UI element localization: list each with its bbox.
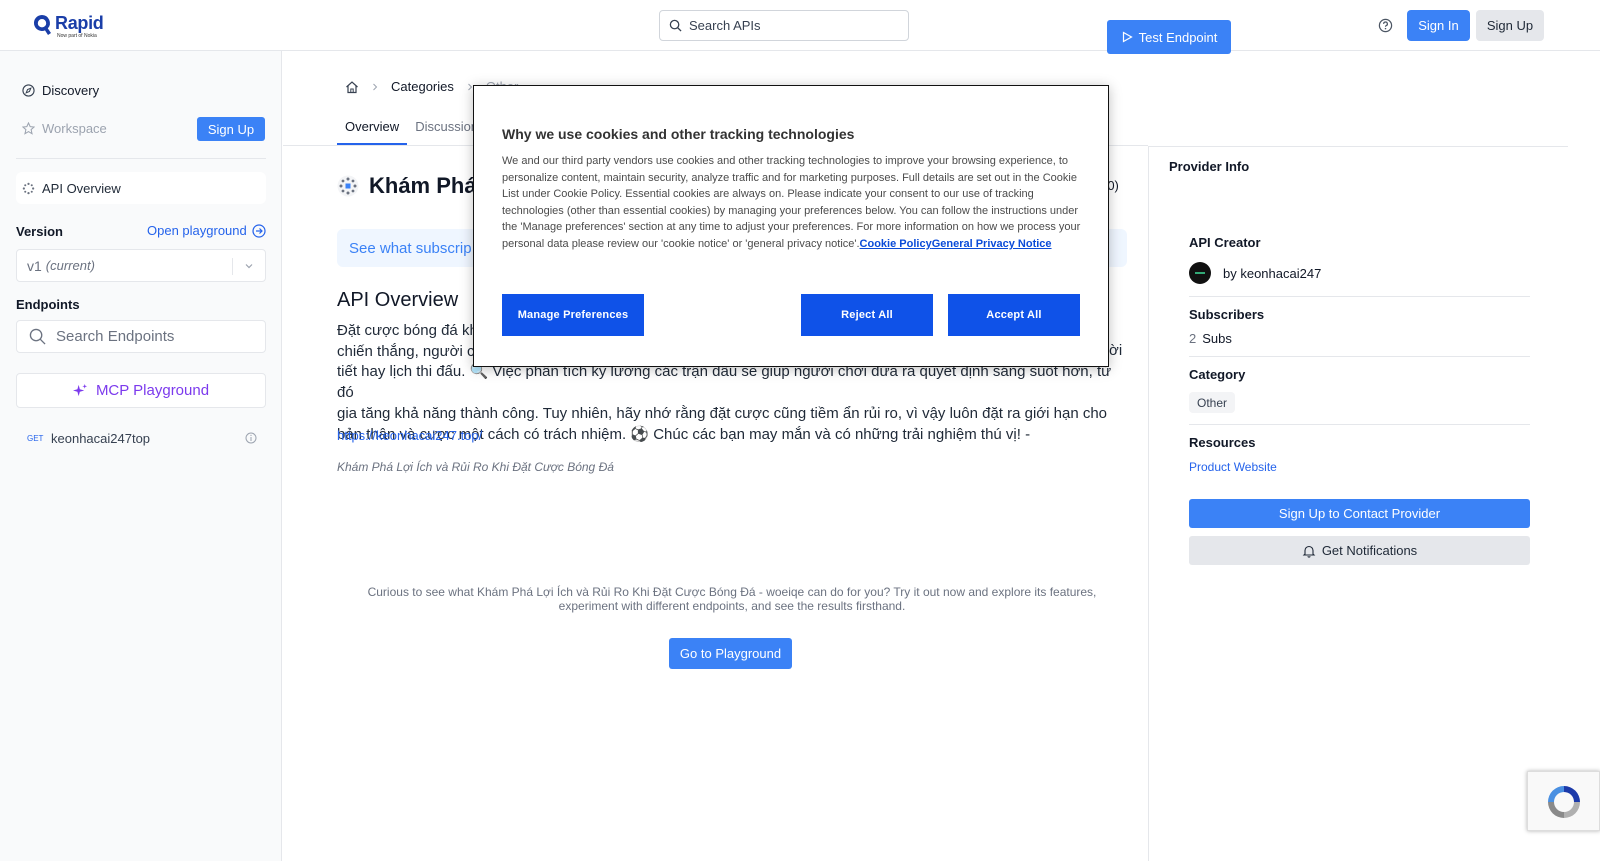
- subscribers-unit: Subs: [1202, 331, 1232, 346]
- search-apis-placeholder: Search APIs: [689, 18, 761, 33]
- sign-in-button[interactable]: Sign In: [1407, 10, 1470, 41]
- cookie-consent-dialog: Why we use cookies and other tracking te…: [473, 85, 1109, 367]
- sidebar-item-label: Workspace: [42, 121, 107, 136]
- rapid-logo-icon: [33, 14, 51, 35]
- resources-label: Resources: [1189, 435, 1256, 450]
- description-line: gia tăng khả năng thành công. Tuy nhiên,…: [337, 404, 1108, 422]
- manage-preferences-button[interactable]: Manage Preferences: [502, 294, 644, 336]
- home-icon[interactable]: [345, 80, 359, 94]
- cookie-dialog-title: Why we use cookies and other tracking te…: [502, 126, 855, 142]
- sidebar-item-label: Discovery: [42, 83, 100, 98]
- search-endpoints-placeholder: Search Endpoints: [56, 328, 175, 345]
- search-icon: [29, 328, 46, 345]
- version-select[interactable]: v1 (current): [16, 249, 266, 282]
- api-logo-icon: [337, 175, 359, 197]
- version-label: Version: [16, 224, 63, 239]
- cookie-policy-link[interactable]: Cookie Policy: [860, 238, 932, 250]
- info-icon[interactable]: [245, 432, 257, 444]
- open-playground-link[interactable]: Open playground: [147, 223, 266, 238]
- dots-grid-icon: [22, 182, 35, 194]
- cookie-dialog-body: We and our third party vendors use cooki…: [502, 153, 1082, 253]
- version-current-tag: (current): [45, 258, 95, 273]
- compass-icon: [22, 84, 35, 97]
- api-creator-label: API Creator: [1189, 235, 1261, 250]
- endpoint-item[interactable]: GET keonhacai247top: [16, 427, 266, 449]
- api-title: Khám Phá: [369, 173, 477, 198]
- endpoints-label: Endpoints: [16, 297, 80, 312]
- divider: [1189, 296, 1530, 297]
- sidebar-item-discovery[interactable]: Discovery: [22, 83, 99, 98]
- sidebar: Discovery Workspace Sign Up API Overview…: [0, 51, 282, 861]
- accept-all-button[interactable]: Accept All: [948, 294, 1080, 336]
- breadcrumb-categories[interactable]: Categories: [391, 79, 454, 94]
- category-label: Category: [1189, 367, 1246, 382]
- go-to-playground-button[interactable]: Go to Playground: [669, 638, 792, 669]
- try-it-text: Curious to see what Khám Phá Lợi Ích và …: [367, 585, 1097, 613]
- provider-info-panel: Provider Info API Creator by keonhacai24…: [1148, 146, 1568, 861]
- logo-name: Rapid: [55, 13, 104, 33]
- sidebar-sign-up-button[interactable]: Sign Up: [197, 117, 265, 141]
- sidebar-item-workspace[interactable]: Workspace: [22, 121, 107, 136]
- contact-provider-button[interactable]: Sign Up to Contact Provider: [1189, 499, 1530, 528]
- product-website-link[interactable]: Product Website: [1189, 460, 1277, 474]
- select-separator: [232, 258, 233, 275]
- divider: [1189, 356, 1530, 357]
- subscribers-count: 2: [1189, 331, 1197, 346]
- mcp-playground-button[interactable]: MCP Playground: [16, 373, 266, 408]
- endpoint-name: keonhacai247top: [51, 430, 151, 446]
- description-link[interactable]: https://keonhacai247.top/: [337, 428, 482, 443]
- sparkle-icon: [72, 383, 87, 397]
- avatar: [1189, 262, 1211, 284]
- subscribers-value: 2 Subs: [1189, 331, 1232, 346]
- sign-up-button[interactable]: Sign Up: [1476, 10, 1544, 41]
- divider: [16, 158, 266, 159]
- test-endpoint-label: Test Endpoint: [1138, 29, 1218, 45]
- subscription-banner-text: See what subscrip: [349, 239, 472, 257]
- version-value: v1: [27, 257, 42, 274]
- description-caption: Khám Phá Lợi Ích và Rủi Ro Khi Đặt Cược …: [337, 460, 614, 474]
- subscribers-label: Subscribers: [1189, 307, 1265, 322]
- cookie-body-text: We and our third party vendors use cooki…: [502, 155, 1081, 250]
- section-heading: API Overview: [337, 289, 459, 311]
- api-creator[interactable]: by keonhacai247: [1189, 262, 1321, 284]
- open-playground-label: Open playground: [147, 223, 247, 238]
- divider: [1189, 424, 1530, 425]
- creator-name: by keonhacai247: [1223, 265, 1322, 281]
- top-bar: Rapid Now part of Nokia Search APIs Sign…: [0, 0, 1600, 51]
- help-icon[interactable]: [1378, 18, 1393, 33]
- tab-overview[interactable]: Overview: [337, 111, 408, 145]
- description-line: tiết hay lịch thi đấu. 🔍 Việc phân tích …: [337, 363, 1112, 402]
- test-endpoint-button[interactable]: Test Endpoint: [1107, 20, 1231, 54]
- star-icon: [22, 122, 35, 135]
- api-title-row: Khám Phá: [337, 173, 477, 199]
- chevron-right-icon: [373, 83, 378, 90]
- sidebar-item-label: API Overview: [42, 180, 121, 196]
- logo-subtitle: Now part of Nokia: [57, 33, 97, 39]
- recaptcha-icon: [1548, 786, 1580, 818]
- privacy-notice-link[interactable]: General Privacy Notice: [932, 238, 1052, 250]
- recaptcha-badge[interactable]: [1527, 771, 1600, 831]
- search-icon: [669, 19, 682, 32]
- bell-icon: [1302, 545, 1316, 558]
- mcp-playground-label: MCP Playground: [95, 382, 210, 399]
- provider-info-title: Provider Info: [1169, 159, 1250, 174]
- arrow-circle-icon: [252, 223, 266, 238]
- category-badge[interactable]: Other: [1189, 392, 1236, 413]
- get-notifications-label: Get Notifications: [1321, 543, 1418, 558]
- search-endpoints-input[interactable]: Search Endpoints: [16, 320, 266, 353]
- description-fragment: ời: [1109, 342, 1123, 359]
- tab-bar: Overview Discussions: [337, 111, 493, 145]
- sidebar-item-api-overview[interactable]: API Overview: [16, 172, 266, 204]
- play-icon: [1122, 31, 1133, 43]
- get-notifications-button[interactable]: Get Notifications: [1189, 536, 1530, 565]
- rapid-logo[interactable]: Rapid Now part of Nokia: [32, 14, 104, 39]
- chevron-down-icon: [245, 264, 253, 269]
- search-apis-input[interactable]: Search APIs: [659, 10, 909, 41]
- reject-all-button[interactable]: Reject All: [801, 294, 933, 336]
- method-badge: GET: [27, 433, 44, 443]
